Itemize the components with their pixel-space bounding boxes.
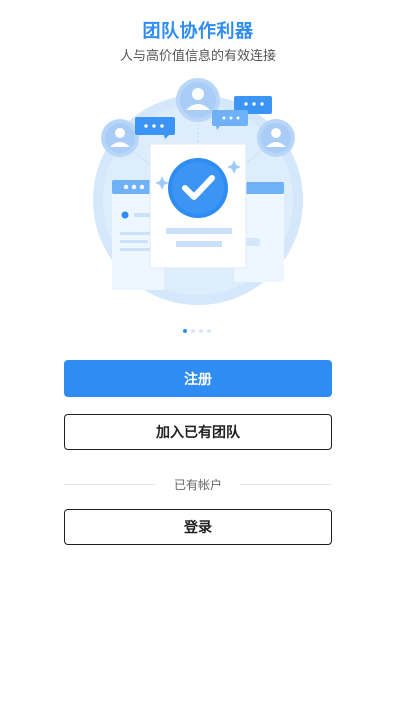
app-subtitle: 人与高价值信息的有效连接 [119, 49, 276, 64]
carousel-dot-4[interactable] [207, 329, 211, 333]
carousel-dot-3[interactable] [199, 329, 203, 333]
illustration-graphic [93, 78, 303, 305]
register-button[interactable]: 注册 [64, 360, 332, 397]
app-title: 团队协作利器 [142, 21, 254, 42]
join-team-button[interactable]: 加入已有团队 [64, 414, 332, 450]
login-button[interactable]: 登录 [64, 509, 332, 545]
divider-label: 已有帐户 [173, 478, 222, 492]
divider-right [240, 484, 332, 485]
team-collaboration-illustration [88, 72, 308, 312]
carousel-dot-1[interactable] [183, 329, 187, 333]
carousel-dot-2[interactable] [191, 329, 195, 333]
divider-left [64, 484, 156, 485]
